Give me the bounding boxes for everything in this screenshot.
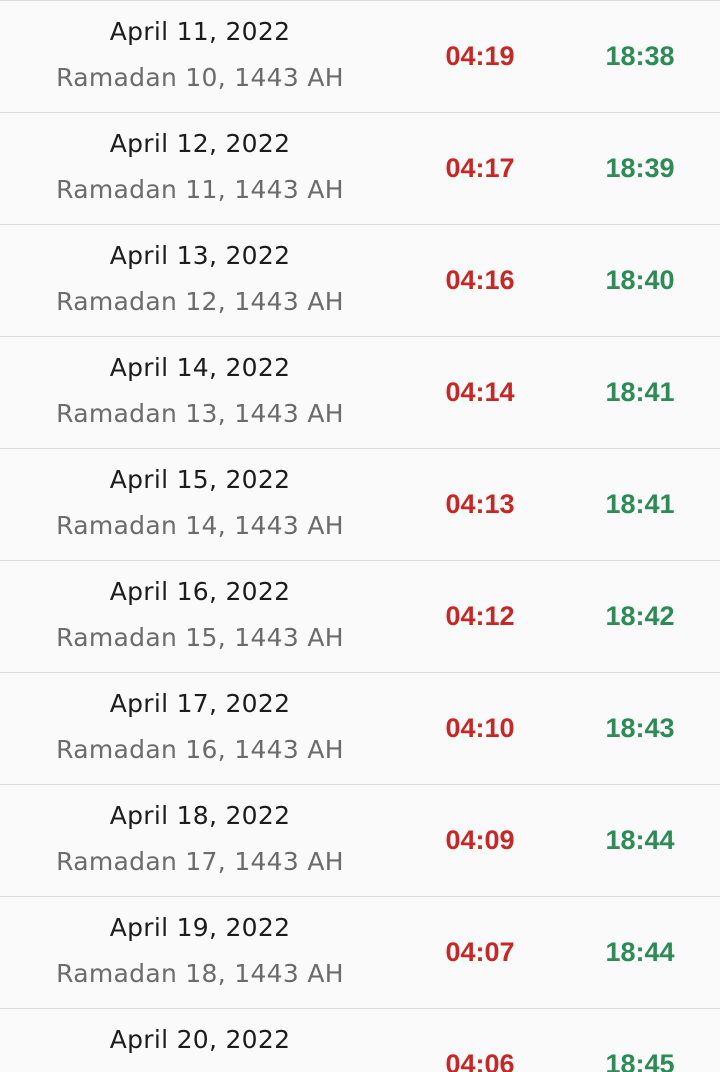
iftar-time: 18:38 [605,41,675,71]
hijri-date: Ramadan 13, 1443 AH [56,399,344,428]
suhoor-time: 04:07 [445,937,515,967]
list-item[interactable]: April 19, 2022 Ramadan 18, 1443 AH 04:07… [0,897,720,1009]
date-column: April 18, 2022 Ramadan 17, 1443 AH [0,785,400,897]
iftar-time: 18:41 [605,489,675,519]
list-item[interactable]: April 20, 2022 04:06 18:45 [0,1009,720,1072]
date-column: April 16, 2022 Ramadan 15, 1443 AH [0,561,400,673]
iftar-time: 18:41 [605,377,675,407]
suhoor-time: 04:12 [445,601,515,631]
hijri-date: Ramadan 10, 1443 AH [56,63,344,92]
suhoor-time: 04:09 [445,825,515,855]
date-column: April 20, 2022 [0,1009,400,1072]
date-column: April 14, 2022 Ramadan 13, 1443 AH [0,337,400,449]
list-item[interactable]: April 14, 2022 Ramadan 13, 1443 AH 04:14… [0,337,720,449]
iftar-time: 18:43 [605,713,675,743]
gregorian-date: April 19, 2022 [109,913,291,942]
ramadan-schedule-list[interactable]: April 11, 2022 Ramadan 10, 1443 AH 04:19… [0,0,720,1072]
list-item[interactable]: April 17, 2022 Ramadan 16, 1443 AH 04:10… [0,673,720,785]
gregorian-date: April 20, 2022 [109,1025,291,1054]
list-item[interactable]: April 15, 2022 Ramadan 14, 1443 AH 04:13… [0,449,720,561]
gregorian-date: April 17, 2022 [109,689,291,718]
date-column: April 12, 2022 Ramadan 11, 1443 AH [0,113,400,225]
date-column: April 19, 2022 Ramadan 18, 1443 AH [0,897,400,1009]
suhoor-time: 04:14 [445,377,515,407]
iftar-time: 18:44 [605,825,675,855]
iftar-time: 18:44 [605,937,675,967]
list-item[interactable]: April 12, 2022 Ramadan 11, 1443 AH 04:17… [0,113,720,225]
list-item[interactable]: April 13, 2022 Ramadan 12, 1443 AH 04:16… [0,225,720,337]
list-item[interactable]: April 11, 2022 Ramadan 10, 1443 AH 04:19… [0,1,720,113]
date-column: April 13, 2022 Ramadan 12, 1443 AH [0,225,400,337]
gregorian-date: April 18, 2022 [109,801,291,830]
gregorian-date: April 12, 2022 [109,129,291,158]
list-item[interactable]: April 16, 2022 Ramadan 15, 1443 AH 04:12… [0,561,720,673]
gregorian-date: April 16, 2022 [109,577,291,606]
suhoor-time: 04:13 [445,489,515,519]
hijri-date: Ramadan 15, 1443 AH [56,623,344,652]
iftar-time: 18:45 [605,1049,675,1072]
hijri-date: Ramadan 18, 1443 AH [56,959,344,988]
hijri-date: Ramadan 11, 1443 AH [56,175,344,204]
gregorian-date: April 15, 2022 [109,465,291,494]
gregorian-date: April 14, 2022 [109,353,291,382]
suhoor-time: 04:16 [445,265,515,295]
list-item[interactable]: April 18, 2022 Ramadan 17, 1443 AH 04:09… [0,785,720,897]
hijri-date: Ramadan 14, 1443 AH [56,511,344,540]
iftar-time: 18:40 [605,265,675,295]
suhoor-time: 04:17 [445,153,515,183]
hijri-date: Ramadan 16, 1443 AH [56,735,344,764]
suhoor-time: 04:19 [445,41,515,71]
suhoor-time: 04:10 [445,713,515,743]
date-column: April 17, 2022 Ramadan 16, 1443 AH [0,673,400,785]
gregorian-date: April 13, 2022 [109,241,291,270]
iftar-time: 18:39 [605,153,675,183]
date-column: April 15, 2022 Ramadan 14, 1443 AH [0,449,400,561]
gregorian-date: April 11, 2022 [109,17,291,46]
iftar-time: 18:42 [605,601,675,631]
hijri-date: Ramadan 12, 1443 AH [56,287,344,316]
suhoor-time: 04:06 [445,1049,515,1072]
date-column: April 11, 2022 Ramadan 10, 1443 AH [0,1,400,113]
hijri-date: Ramadan 17, 1443 AH [56,847,344,876]
